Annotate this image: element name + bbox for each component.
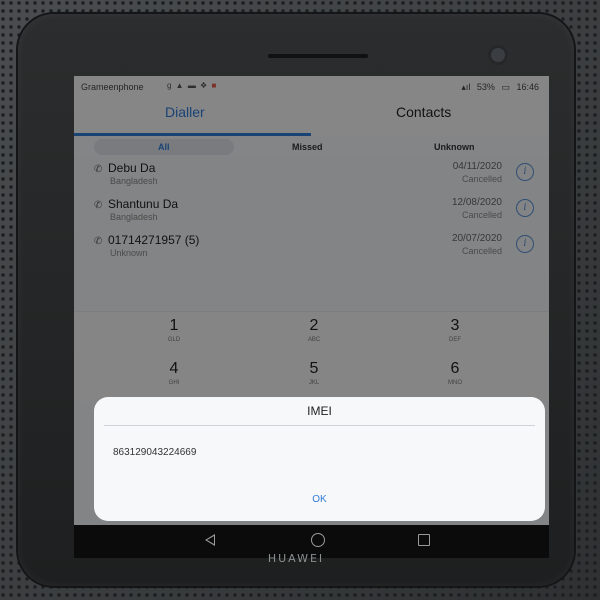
ok-button[interactable]: OK [94, 494, 545, 505]
back-icon[interactable] [205, 534, 215, 546]
imei-dialog: IMEI 863129043224669 OK [94, 397, 545, 521]
dialog-title: IMEI [307, 404, 332, 418]
earpiece-speaker [268, 54, 368, 58]
home-icon[interactable] [311, 533, 325, 547]
imei-value: 863129043224669 [113, 447, 197, 458]
front-camera [491, 48, 505, 62]
device-brand-logo: HUAWEI [267, 552, 325, 565]
recent-apps-icon[interactable] [418, 534, 430, 546]
dialog-divider [104, 425, 535, 426]
phone-frame: Grameenphone g ▲ ▬ ❖ ■ ▴ıl 53% ▭ 16:46 D… [18, 14, 574, 586]
phone-screen: Grameenphone g ▲ ▬ ❖ ■ ▴ıl 53% ▭ 16:46 D… [74, 76, 549, 558]
